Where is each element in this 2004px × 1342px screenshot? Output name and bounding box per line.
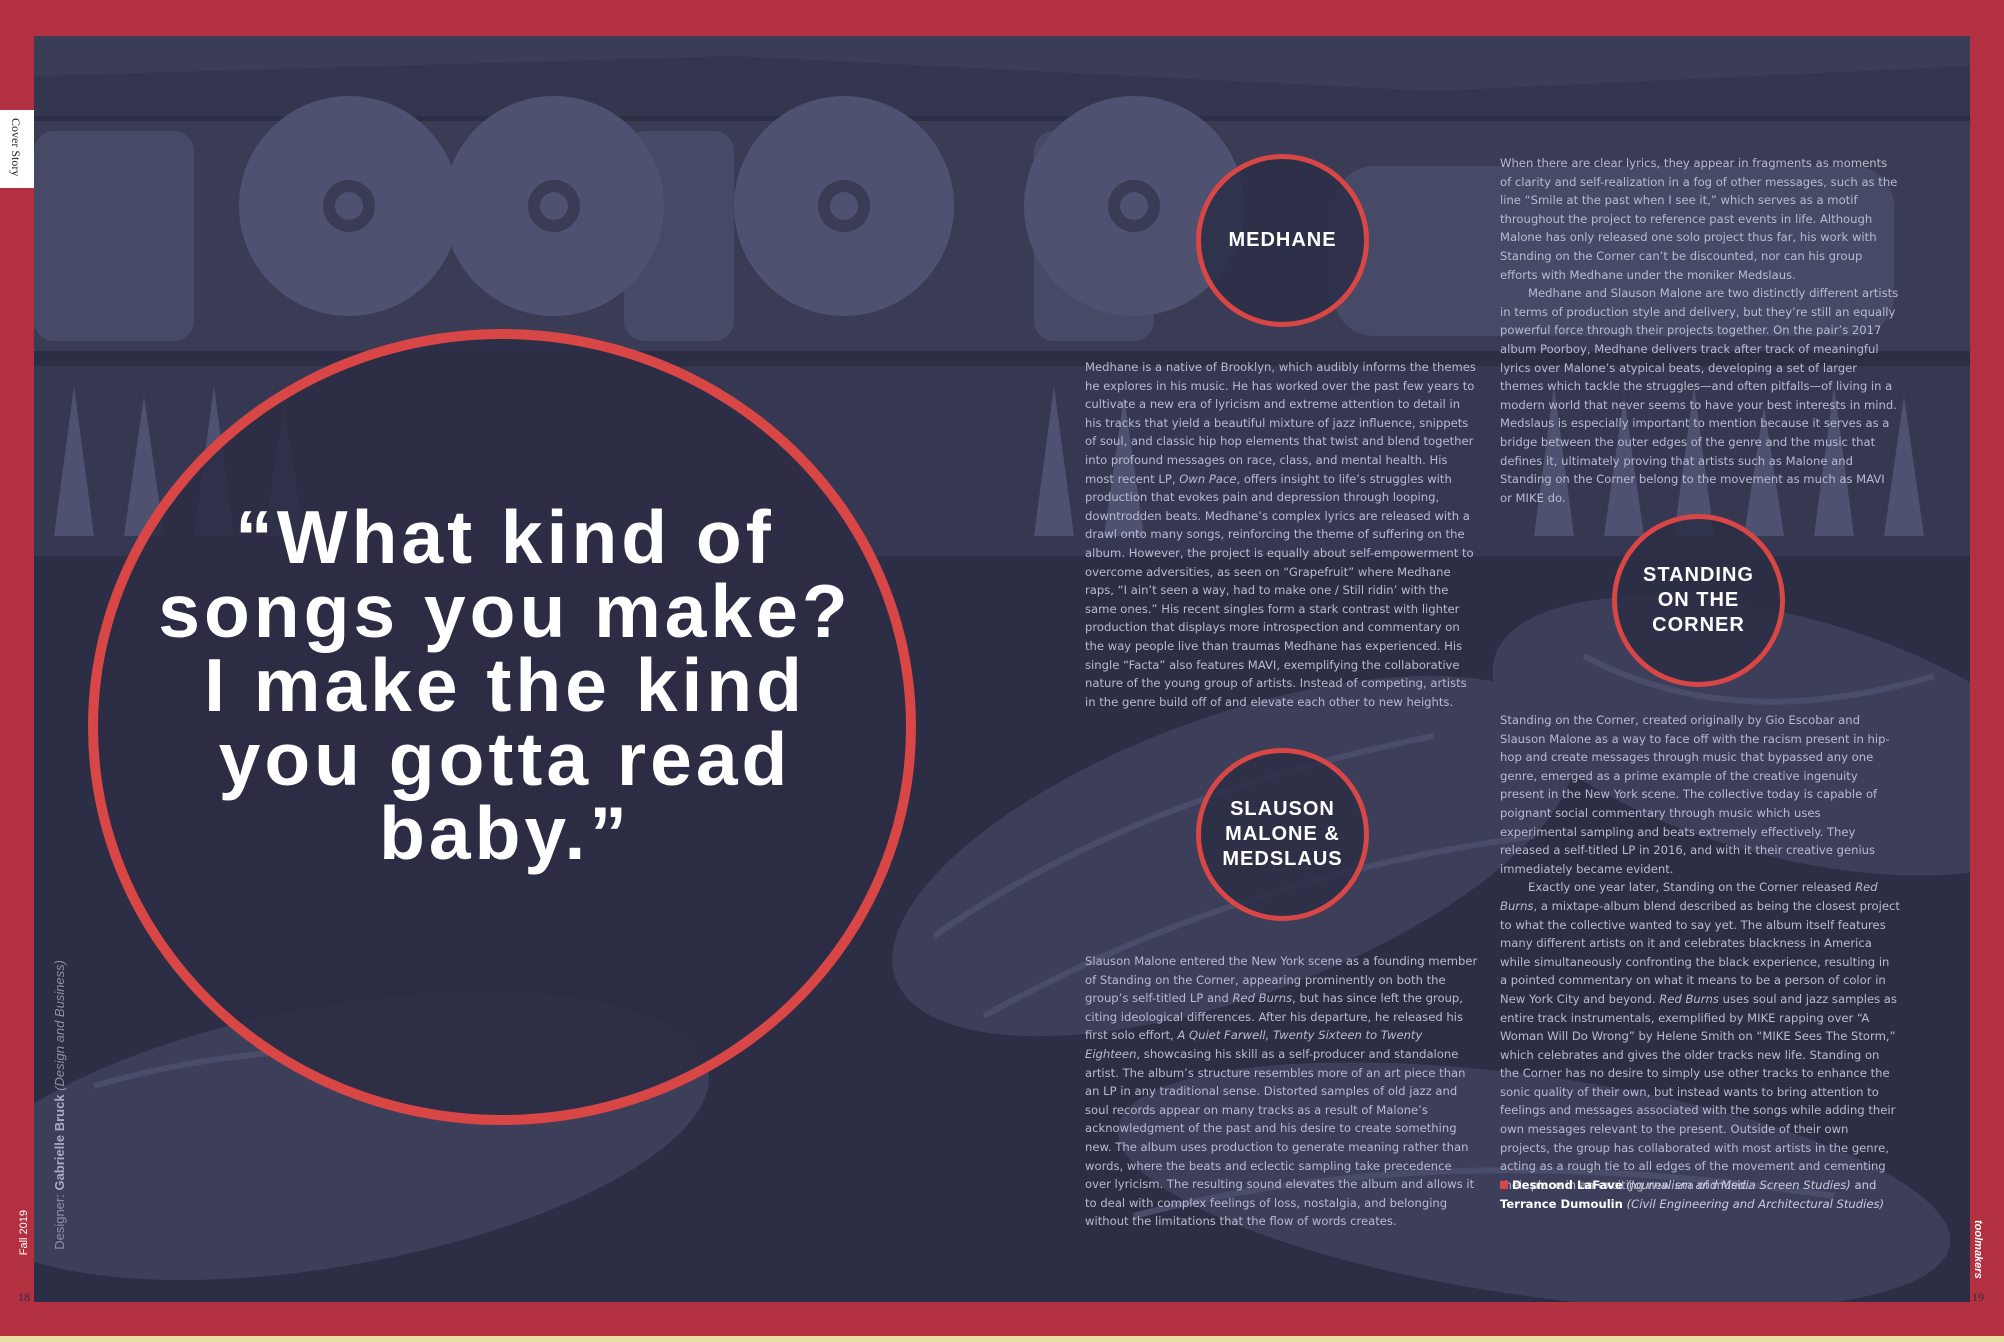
pull-quote: “What kind of songs you make? I make the… [158, 495, 852, 875]
standing-paragraph-1: Standing on the Corner, created original… [1500, 713, 1890, 876]
issue-label: Fall 2019 [18, 1210, 30, 1256]
bottom-strip [0, 1336, 2004, 1342]
designer-dept: (Design and Business) [52, 960, 67, 1091]
author-line-1: Desmond LaFave (Journalism and Media Scr… [1500, 1176, 1900, 1195]
standing-column: Standing on the Corner, created original… [1500, 711, 1900, 1194]
author-credits: Desmond LaFave (Journalism and Media Scr… [1500, 1176, 1900, 1214]
slauson-column: Slauson Malone entered the New York scen… [1085, 952, 1480, 1231]
right-paragraph-1: When there are clear lyrics, they appear… [1500, 156, 1898, 282]
badge-medhane: MEDHANE [1196, 154, 1369, 327]
magazine-spread: Cover Story Fall 2019 toolmakers 18 19 D… [0, 0, 2004, 1342]
medhane-paragraph: Medhane is a native of Brooklyn, which a… [1085, 360, 1476, 709]
end-mark-icon [1500, 1181, 1508, 1189]
section-tab: Cover Story [0, 110, 34, 188]
brand-label: toolmakers [1972, 1220, 1984, 1279]
right-column-top: When there are clear lyrics, they appear… [1500, 154, 1900, 507]
badge-standing-on-the-corner: STANDING ON THE CORNER [1612, 514, 1785, 687]
designer-name: Gabrielle Bruck [52, 1094, 67, 1191]
author-line-2: Terrance Dumoulin (Civil Engineering and… [1500, 1197, 1885, 1211]
right-paragraph-2: Medhane and Slauson Malone are two disti… [1500, 286, 1899, 505]
section-tab-label: Cover Story [9, 118, 23, 177]
page-number-right: 19 [1972, 1290, 1984, 1304]
standing-paragraph-2: Exactly one year later, Standing on the … [1500, 880, 1900, 1192]
slauson-paragraph: Slauson Malone entered the New York scen… [1085, 954, 1478, 1229]
badge-slauson-malone: SLAUSON MALONE & MEDSLAUS [1196, 748, 1369, 921]
page-number-left: 18 [18, 1290, 30, 1304]
designer-credit: Designer: Gabrielle Bruck (Design and Bu… [52, 960, 67, 1250]
medhane-column: Medhane is a native of Brooklyn, which a… [1085, 358, 1480, 711]
